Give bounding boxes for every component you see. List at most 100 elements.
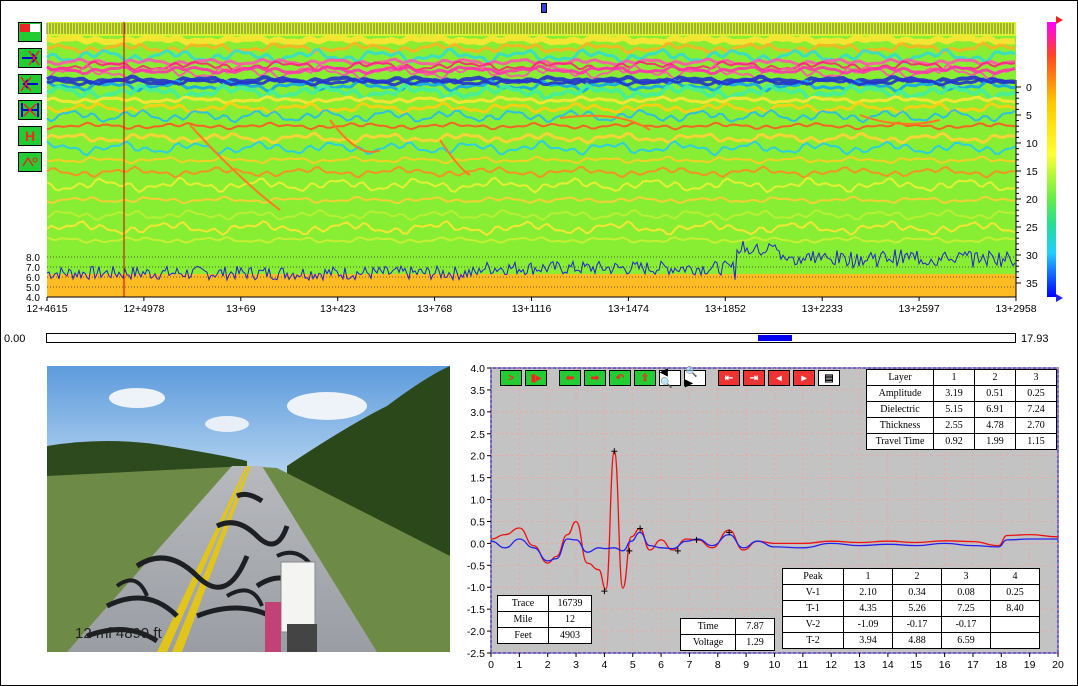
distance-tick-label: 13+1474: [608, 303, 649, 315]
table-cell: 4.78: [974, 417, 1016, 434]
step-right-icon[interactable]: ▸: [793, 370, 815, 386]
photo-location-caption: 12 mi 4899 ft: [75, 625, 162, 642]
distance-tick-label: 12+4615: [26, 303, 67, 315]
waveform-toolbar: > ▮▸ ⬅ ➡ ↶ ⇪ ◀🔍 🔍▶ ⇤ ⇥ ◂ ▸ ▤: [500, 367, 840, 389]
table-cell: 1.99: [974, 433, 1016, 450]
depth-tick-label: 0: [1026, 82, 1032, 94]
arrow-right-icon[interactable]: ➡: [584, 370, 606, 386]
depth-tick-label: 35: [1026, 278, 1038, 290]
colorbar-bottom-marker[interactable]: [1056, 294, 1063, 302]
row-label: Amplitude: [866, 385, 934, 402]
table-row: T-2 3.94 4.88 6.59: [782, 632, 1040, 649]
table-cell: 5.26: [892, 600, 942, 617]
table-row: Thickness 2.55 4.78 2.70: [866, 417, 1057, 434]
view-layout-icon[interactable]: [18, 22, 42, 42]
colorbar-top-marker[interactable]: [1056, 16, 1063, 24]
feet-value: 4903: [548, 627, 592, 644]
zoom-out-icon[interactable]: 🔍▶: [684, 367, 706, 389]
distance-tick-label: 13+2958: [995, 303, 1036, 315]
table-cell: 4.35: [843, 600, 893, 617]
table-row: V-2 -1.09 -0.17 -0.17: [782, 616, 1040, 633]
depth-tick-label: 25: [1026, 222, 1038, 234]
table-cell: 0.51: [974, 385, 1016, 402]
table-cell: 0.34: [892, 584, 942, 601]
time-value: 7.87: [735, 618, 775, 635]
range-right-icon[interactable]: ⇥: [743, 370, 765, 386]
slider-max-label: 17.93: [1021, 333, 1049, 345]
table-cell: 1.15: [1015, 433, 1057, 450]
depth-tick-label: 10: [1026, 138, 1038, 150]
table-cell: 5.15: [933, 401, 975, 418]
table-cell: 6.91: [974, 401, 1016, 418]
trace-number: 16739: [548, 595, 592, 612]
move-right-delete-icon[interactable]: [18, 48, 42, 68]
table-cell: 3.19: [933, 385, 975, 402]
lower-band: [47, 274, 1016, 297]
slider-thumb[interactable]: [758, 335, 792, 341]
layer-header-cell: 3: [1015, 369, 1057, 386]
peak-header-cell: Peak: [782, 568, 844, 585]
cursor-readout-table: Time 7.87 Voltage 1.29: [680, 618, 775, 651]
distance-tick-label: 13+1116: [512, 303, 552, 315]
layer-header-cell: 1: [933, 369, 975, 386]
layer-header-cell: Layer: [866, 369, 934, 386]
run-icon[interactable]: >: [500, 370, 522, 386]
row-label: Voltage: [680, 634, 736, 651]
table-row: Trace 16739: [497, 595, 592, 612]
table-row: Travel Time 0.92 1.99 1.15: [866, 433, 1057, 450]
table-cell: -1.09: [843, 616, 893, 633]
table-cell: 6.59: [941, 632, 991, 649]
depth-tick-label: 30: [1026, 250, 1038, 262]
move-left-delete-icon[interactable]: [18, 74, 42, 94]
depth-tick-label: 5: [1026, 110, 1032, 122]
step-left-icon[interactable]: ◂: [768, 370, 790, 386]
table-cell: 7.24: [1015, 401, 1057, 418]
depth-tick-label: 20: [1026, 194, 1038, 206]
amplitude-colorbar: [1047, 22, 1056, 297]
distance-tick-label: 13+423: [320, 303, 355, 315]
radargram-panel[interactable]: 12+4615 12+4978 13+69 13+423 13+768 13+1116 13…: [0, 0, 1078, 330]
table-cell: 0.92: [933, 433, 975, 450]
peak-header-cell: 3: [941, 568, 991, 585]
position-slider[interactable]: [46, 333, 1016, 343]
clear-range-icon[interactable]: [18, 100, 42, 120]
table-cell: 4.88: [892, 632, 942, 649]
distance-tick-label: 13+1852: [705, 303, 746, 315]
peak-header-cell: 2: [892, 568, 942, 585]
play-icon[interactable]: ▮▸: [525, 370, 547, 386]
row-label: Time: [680, 618, 736, 635]
export-icon[interactable]: ⇪: [634, 370, 656, 386]
peak-header-cell: 1: [843, 568, 893, 585]
table-cell: 0.25: [990, 584, 1040, 601]
range-left-icon[interactable]: ⇤: [718, 370, 740, 386]
table-cell: [990, 632, 1040, 649]
table-row: Feet 4903: [497, 627, 592, 644]
table-cell: 2.55: [933, 417, 975, 434]
trace-info-table: Trace 16739 Mile 12 Feet 4903: [497, 595, 592, 644]
zoom-in-icon[interactable]: ◀🔍: [659, 367, 681, 389]
table-cell: 2.70: [1015, 417, 1057, 434]
arrow-left-icon[interactable]: ⬅: [559, 370, 581, 386]
ds-button[interactable]: [18, 152, 42, 172]
layer-table-header: Layer 1 2 3: [866, 369, 1057, 386]
print-icon[interactable]: ▤: [818, 370, 840, 386]
distance-tick-label: 13+2597: [899, 303, 940, 315]
table-cell: 7.25: [941, 600, 991, 617]
table-cell: 0.25: [1015, 385, 1057, 402]
trace-tick-band: [47, 22, 1016, 36]
row-label: V-2: [782, 616, 844, 633]
row-label: Feet: [497, 627, 549, 644]
table-cell: 3.94: [843, 632, 893, 649]
header-button[interactable]: H: [18, 126, 42, 146]
table-cell: -0.17: [892, 616, 942, 633]
row-label: Trace: [497, 595, 549, 612]
peak-table-header: Peak 1 2 3 4: [782, 568, 1040, 585]
layer-table: Layer 1 2 3 Amplitude 3.19 0.51 0.25 Die…: [866, 369, 1057, 450]
table-cell: -0.17: [941, 616, 991, 633]
table-row: Dielectric 5.15 6.91 7.24: [866, 401, 1057, 418]
table-row: Amplitude 3.19 0.51 0.25: [866, 385, 1057, 402]
undo-icon[interactable]: ↶: [609, 370, 631, 386]
row-label: Travel Time: [866, 433, 934, 450]
mile-value: 12: [548, 611, 592, 628]
row-label: Thickness: [866, 417, 934, 434]
